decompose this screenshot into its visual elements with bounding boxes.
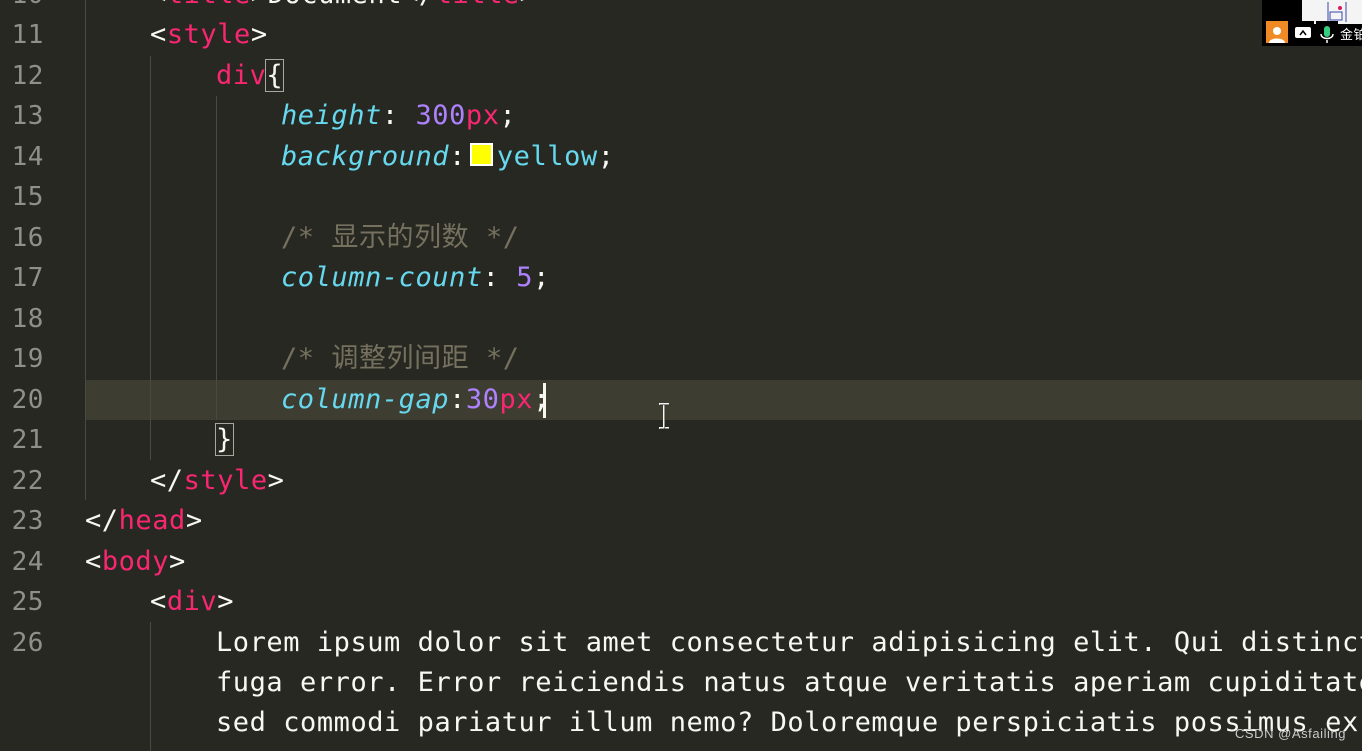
code-line[interactable]: <style>: [150, 15, 268, 55]
line-number-gutter: 10 11 12 13 14 15 16 17 18 19 20 21 22 2…: [0, 0, 66, 751]
code-editor[interactable]: 10 11 12 13 14 15 16 17 18 19 20 21 22 2…: [0, 0, 1362, 751]
line-number: 24: [11, 547, 44, 577]
line-number: 20: [11, 385, 44, 415]
line-number: 15: [11, 182, 44, 212]
line-number: 10: [0, 0, 44, 15]
code-line[interactable]: </style>: [150, 461, 284, 501]
line-number: 12: [11, 61, 44, 91]
video-overlay[interactable]: 金铂: [1262, 0, 1362, 46]
code-text[interactable]: Lorem ipsum dolor sit amet consectetur a…: [216, 623, 1362, 663]
line-number: 26: [11, 628, 44, 658]
user-icon: [1269, 27, 1285, 43]
screen-share-button[interactable]: [1292, 21, 1314, 43]
screen-share-icon: [1295, 27, 1311, 38]
text-cursor: [543, 383, 546, 418]
microphone-icon: [1320, 26, 1334, 43]
color-swatch[interactable]: [469, 143, 493, 166]
user-button[interactable]: [1266, 21, 1288, 43]
css-property: background: [281, 141, 450, 172]
line-number: 19: [11, 344, 44, 374]
line-number: 18: [11, 304, 44, 334]
line-number: 25: [11, 587, 44, 617]
ibeam-cursor-icon: [659, 403, 670, 430]
indent-guide: [216, 96, 217, 420]
line-number: 22: [11, 466, 44, 496]
code-comment[interactable]: /* 显示的列数 */: [281, 218, 520, 258]
matching-bracket: {: [265, 59, 285, 92]
code-comment[interactable]: /* 调整列间距 */: [281, 339, 520, 379]
microphone-button[interactable]: [1316, 21, 1338, 43]
line-number: 17: [11, 263, 44, 293]
line-number: 13: [11, 101, 44, 131]
code-line[interactable]: <div>: [150, 582, 234, 622]
code-line[interactable]: column-count: 5;: [281, 258, 550, 298]
indent-guide: [150, 622, 151, 751]
line-number: 23: [11, 506, 44, 536]
line-number: 16: [11, 223, 44, 253]
code-line[interactable]: <title>Document</title>: [150, 0, 537, 15]
line-number: 14: [11, 142, 44, 172]
active-line-highlight: [85, 380, 1362, 420]
css-property: column-gap: [281, 384, 450, 415]
indent-guide: [85, 0, 86, 500]
overlay-label: 金铂: [1340, 28, 1362, 43]
line-number: 11: [11, 20, 44, 50]
code-line[interactable]: <body>: [85, 542, 186, 582]
matching-bracket: }: [215, 423, 234, 456]
code-line[interactable]: background: yellow;: [281, 137, 615, 177]
preview-thumbnail: [1302, 0, 1362, 24]
code-line[interactable]: </head>: [85, 501, 203, 541]
code-line[interactable]: }: [215, 420, 234, 460]
line-number: 21: [11, 425, 44, 455]
css-property: column-count: [281, 262, 483, 293]
indent-guide: [150, 56, 151, 460]
css-property: height: [281, 100, 382, 131]
watermark: CSDN @Asfailing: [1234, 726, 1346, 741]
code-text[interactable]: fuga error. Error reiciendis natus atque…: [216, 663, 1362, 703]
code-line[interactable]: column-gap:30px;: [281, 380, 550, 420]
css-selector: div: [216, 60, 267, 91]
code-text[interactable]: sed commodi pariatur illum nemo? Dolorem…: [216, 703, 1359, 743]
code-line[interactable]: div{: [216, 56, 285, 96]
code-line[interactable]: height: 300px;: [281, 96, 516, 136]
